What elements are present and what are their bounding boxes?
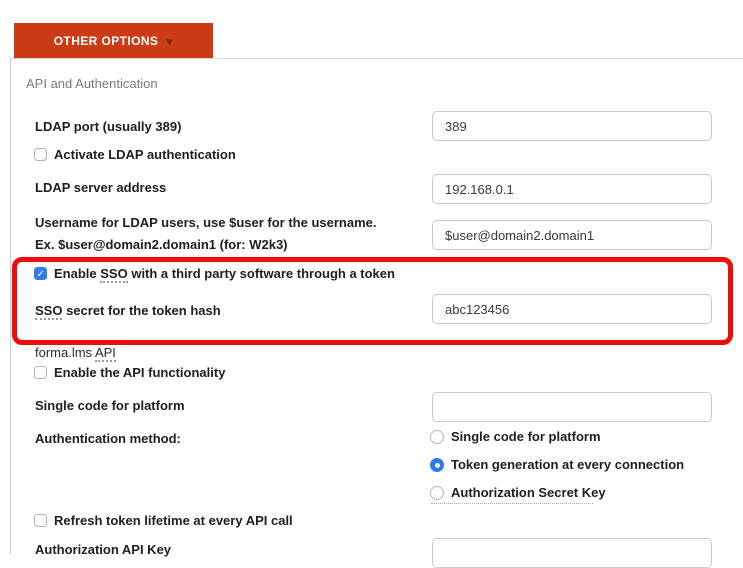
- radio-single-code-label: Single code for platform: [451, 429, 601, 444]
- enable-sso-label: Enable SSO with a third party software t…: [54, 266, 395, 281]
- ldap-username-label-line2: Ex. $user@domain2.domain1 (for: W2k3): [35, 234, 377, 256]
- auth-api-key-input[interactable]: [432, 538, 712, 568]
- activate-ldap-label: Activate LDAP authentication: [54, 147, 236, 162]
- radio-token-generation-label: Token generation at every connection: [451, 457, 684, 472]
- enable-sso-checkbox[interactable]: [34, 267, 47, 280]
- refresh-token-checkbox[interactable]: [34, 514, 47, 527]
- ldap-username-label: Username for LDAP users, use $user for t…: [35, 212, 377, 256]
- radio-authorization-secret[interactable]: [430, 486, 444, 500]
- section-title: API and Authentication: [26, 76, 158, 91]
- radio-token-generation[interactable]: [430, 458, 444, 472]
- sso-secret-label: SSO secret for the token hash: [35, 303, 221, 318]
- forma-api-heading: forma.lms API: [35, 345, 116, 360]
- ldap-server-label: LDAP server address: [35, 180, 166, 195]
- auth-method-option-token-generation[interactable]: Token generation at every connection: [430, 457, 684, 472]
- radio-single-code[interactable]: [430, 430, 444, 444]
- ldap-username-label-line1: Username for LDAP users, use $user for t…: [35, 212, 377, 234]
- single-code-input[interactable]: [432, 392, 712, 422]
- spellcheck-underline: [431, 503, 593, 504]
- ldap-username-input[interactable]: [432, 220, 712, 250]
- refresh-token-label: Refresh token lifetime at every API call: [54, 513, 293, 528]
- enable-api-checkbox[interactable]: [34, 366, 47, 379]
- auth-method-label: Authentication method:: [35, 431, 181, 446]
- auth-method-option-single-code[interactable]: Single code for platform: [430, 429, 601, 444]
- enable-api-checkbox-row[interactable]: Enable the API functionality: [34, 365, 225, 380]
- chevron-down-icon: ▾: [166, 35, 173, 48]
- auth-method-option-authorization-secret[interactable]: Authorization Secret Key: [430, 485, 606, 500]
- radio-authorization-secret-label: Authorization Secret Key: [451, 485, 606, 500]
- sso-secret-input[interactable]: [432, 294, 712, 324]
- other-options-button[interactable]: OTHER OPTIONS ▾: [14, 23, 213, 59]
- other-options-label: OTHER OPTIONS: [54, 34, 159, 48]
- ldap-port-input[interactable]: [432, 111, 712, 141]
- auth-api-key-label: Authorization API Key: [35, 542, 171, 557]
- ldap-port-label: LDAP port (usually 389): [35, 119, 181, 134]
- panel-left-border: [10, 58, 11, 554]
- enable-sso-checkbox-row[interactable]: Enable SSO with a third party software t…: [34, 266, 395, 281]
- activate-ldap-checkbox-row[interactable]: Activate LDAP authentication: [34, 147, 236, 162]
- api-abbr: API: [95, 345, 116, 362]
- single-code-label: Single code for platform: [35, 398, 185, 413]
- sso-abbr: SSO: [100, 266, 127, 283]
- refresh-token-checkbox-row[interactable]: Refresh token lifetime at every API call: [34, 513, 293, 528]
- panel-top-border: [10, 58, 743, 59]
- ldap-server-input[interactable]: [432, 174, 712, 204]
- activate-ldap-checkbox[interactable]: [34, 148, 47, 161]
- enable-api-label: Enable the API functionality: [54, 365, 225, 380]
- sso-abbr: SSO: [35, 303, 62, 320]
